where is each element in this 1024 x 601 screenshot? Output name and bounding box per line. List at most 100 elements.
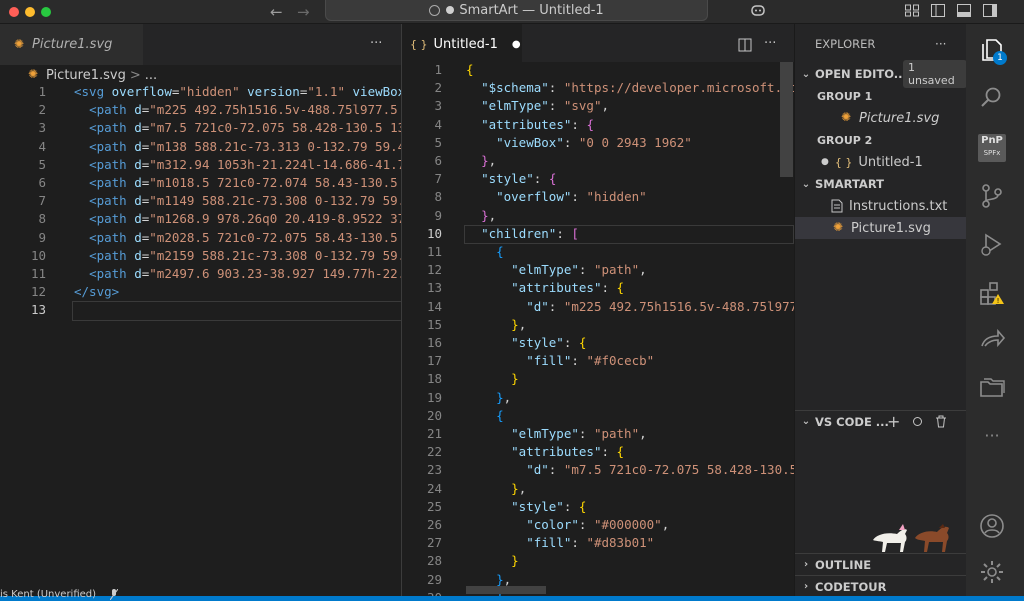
modified-dot-icon[interactable]: ● <box>512 39 521 50</box>
activity-more-button[interactable]: ··· <box>978 426 1006 445</box>
maximize-window-button[interactable] <box>41 7 51 17</box>
code-line: { <box>466 408 504 423</box>
add-icon[interactable]: + <box>887 412 900 431</box>
line-number: 7 <box>38 193 46 209</box>
live-share-icon[interactable] <box>978 326 1006 354</box>
trash-icon[interactable] <box>935 415 947 428</box>
code-token: { <box>586 116 594 132</box>
code-line: "viewBox": "0 0 2943 1962" <box>466 135 692 150</box>
code-line: <path d="m1268.9 978.26q0 20.419-8.9522 … <box>74 211 401 226</box>
folders-icon[interactable] <box>978 374 1006 402</box>
line-number: 6 <box>434 153 442 168</box>
code-token: "#d83b01" <box>586 535 655 551</box>
explorer-activity[interactable]: 1 <box>978 36 1007 65</box>
line-number: 16 <box>426 335 442 350</box>
status-author[interactable]: is Kent (Unverified) <box>0 589 96 600</box>
line-number: 8 <box>38 211 46 227</box>
unsaved-dot-icon <box>446 6 455 14</box>
tab-untitled-1[interactable]: { } Untitled-1 ● <box>402 24 522 65</box>
line-number: 9 <box>434 207 442 223</box>
explorer-more-button[interactable]: ··· <box>935 37 946 51</box>
code-token: { <box>496 244 504 259</box>
editor-scrollbar[interactable] <box>780 62 793 177</box>
close-window-button[interactable] <box>9 7 19 17</box>
file-item-picture1[interactable]: Picture1.svg <box>795 217 967 239</box>
search-icon[interactable] <box>978 84 1006 112</box>
code-token: "style" <box>511 335 564 350</box>
code-line: "overflow": "hidden" <box>466 189 647 204</box>
group1-more-actions-button[interactable]: ··· <box>370 36 382 51</box>
horizontal-scrollbar[interactable] <box>466 586 546 594</box>
split-editor-icon[interactable] <box>738 38 752 52</box>
line-number: 24 <box>426 480 442 496</box>
line-number: 1 <box>434 62 442 77</box>
code-token: "color" <box>526 517 579 532</box>
open-editor-picture1[interactable]: Picture1.svg <box>795 107 967 129</box>
pnp-spfx-activity[interactable]: PnP SPFx <box>978 134 1006 162</box>
file-label: Instructions.txt <box>849 198 948 214</box>
code-token: } <box>481 207 489 223</box>
code-token: "m312.94 1053h-21.224l-14.686-41.743 <box>149 156 401 172</box>
code-token: <svg <box>74 84 112 99</box>
code-token: "m225 492.75h1516.5v-488.75l977. <box>563 298 794 314</box>
file-label: Picture1.svg <box>851 220 931 236</box>
code-token: , <box>503 389 512 405</box>
code-token: "m1149 588.21c-73.308 0-132.79 59.48 <box>149 193 401 209</box>
group1-label: GROUP 1 <box>817 89 873 103</box>
microphone-icon[interactable] <box>110 589 118 600</box>
breadcrumb-more[interactable]: ... <box>145 68 157 83</box>
line-number: 13 <box>30 302 46 318</box>
line-number: 12 <box>426 262 442 278</box>
breadcrumb-file[interactable]: Picture1.svg <box>46 68 126 83</box>
code-token: { <box>578 335 587 350</box>
file-item-instructions[interactable]: Instructions.txt <box>795 195 967 217</box>
code-token: d <box>134 193 142 209</box>
back-arrow-icon[interactable]: ← <box>270 3 283 21</box>
layout-controls-icon[interactable] <box>904 3 920 18</box>
open-editor-untitled[interactable]: ● { } Untitled-1 <box>795 151 967 173</box>
explorer-sidebar: EXPLORER ··· ⌄ OPEN EDITO... 1 unsaved G… <box>794 24 967 601</box>
open-editors-section[interactable]: ⌄ OPEN EDITO... 1 unsaved <box>795 60 967 88</box>
line-number: 25 <box>426 498 442 514</box>
folder-section-smartart[interactable]: ⌄ SMARTART <box>795 173 967 195</box>
line-number: 29 <box>426 571 442 587</box>
tab-picture1-svg[interactable]: Picture1.svg <box>0 24 143 65</box>
source-control-icon[interactable] <box>978 182 1006 210</box>
code-token: <path <box>89 102 135 118</box>
codetour-section[interactable]: › CODETOUR <box>795 575 967 597</box>
code-token: { <box>578 498 587 514</box>
vscode-section-label: VS CODE ... <box>815 414 889 429</box>
vscode-section[interactable]: ⌄ VS CODE ... + <box>795 410 967 432</box>
code-line: <path d="m312.94 1053h-21.224l-14.686-41… <box>74 157 401 172</box>
toggle-primary-sidebar-icon[interactable] <box>930 3 946 18</box>
account-icon[interactable] <box>978 512 1006 540</box>
forward-arrow-icon[interactable]: → <box>297 3 310 21</box>
run-debug-icon[interactable] <box>978 230 1006 258</box>
outline-section[interactable]: › OUTLINE <box>795 553 967 575</box>
line-number: 4 <box>434 116 442 132</box>
group1-code-editor[interactable]: 1 <svg overflow="hidden" version="1.1" vi… <box>0 84 401 596</box>
code-token: <path <box>89 156 135 172</box>
group2-code-editor[interactable]: 1 {2 "$schema": "https://developer.micros… <box>402 62 794 596</box>
extensions-warning-icon[interactable]: ! <box>978 280 1006 308</box>
group2-more-actions-button[interactable]: ··· <box>764 36 776 51</box>
toggle-secondary-sidebar-icon[interactable] <box>982 3 998 18</box>
code-token: d <box>134 102 142 118</box>
open-editor-label: Picture1.svg <box>859 110 940 126</box>
toggle-panel-icon[interactable] <box>956 3 972 18</box>
minimize-window-button[interactable] <box>25 7 35 17</box>
command-center[interactable]: SmartArt — Untitled-1 <box>325 0 708 21</box>
code-line: <path d="m7.5 721c0-72.075 58.428-130.5 … <box>74 120 401 135</box>
circle-icon[interactable] <box>913 417 922 426</box>
copilot-icon[interactable] <box>750 3 766 18</box>
settings-gear-icon[interactable] <box>978 558 1006 586</box>
code-token: : <box>563 335 579 350</box>
code-token: <path <box>89 138 135 154</box>
code-line: "elmType": "path", <box>466 426 646 441</box>
